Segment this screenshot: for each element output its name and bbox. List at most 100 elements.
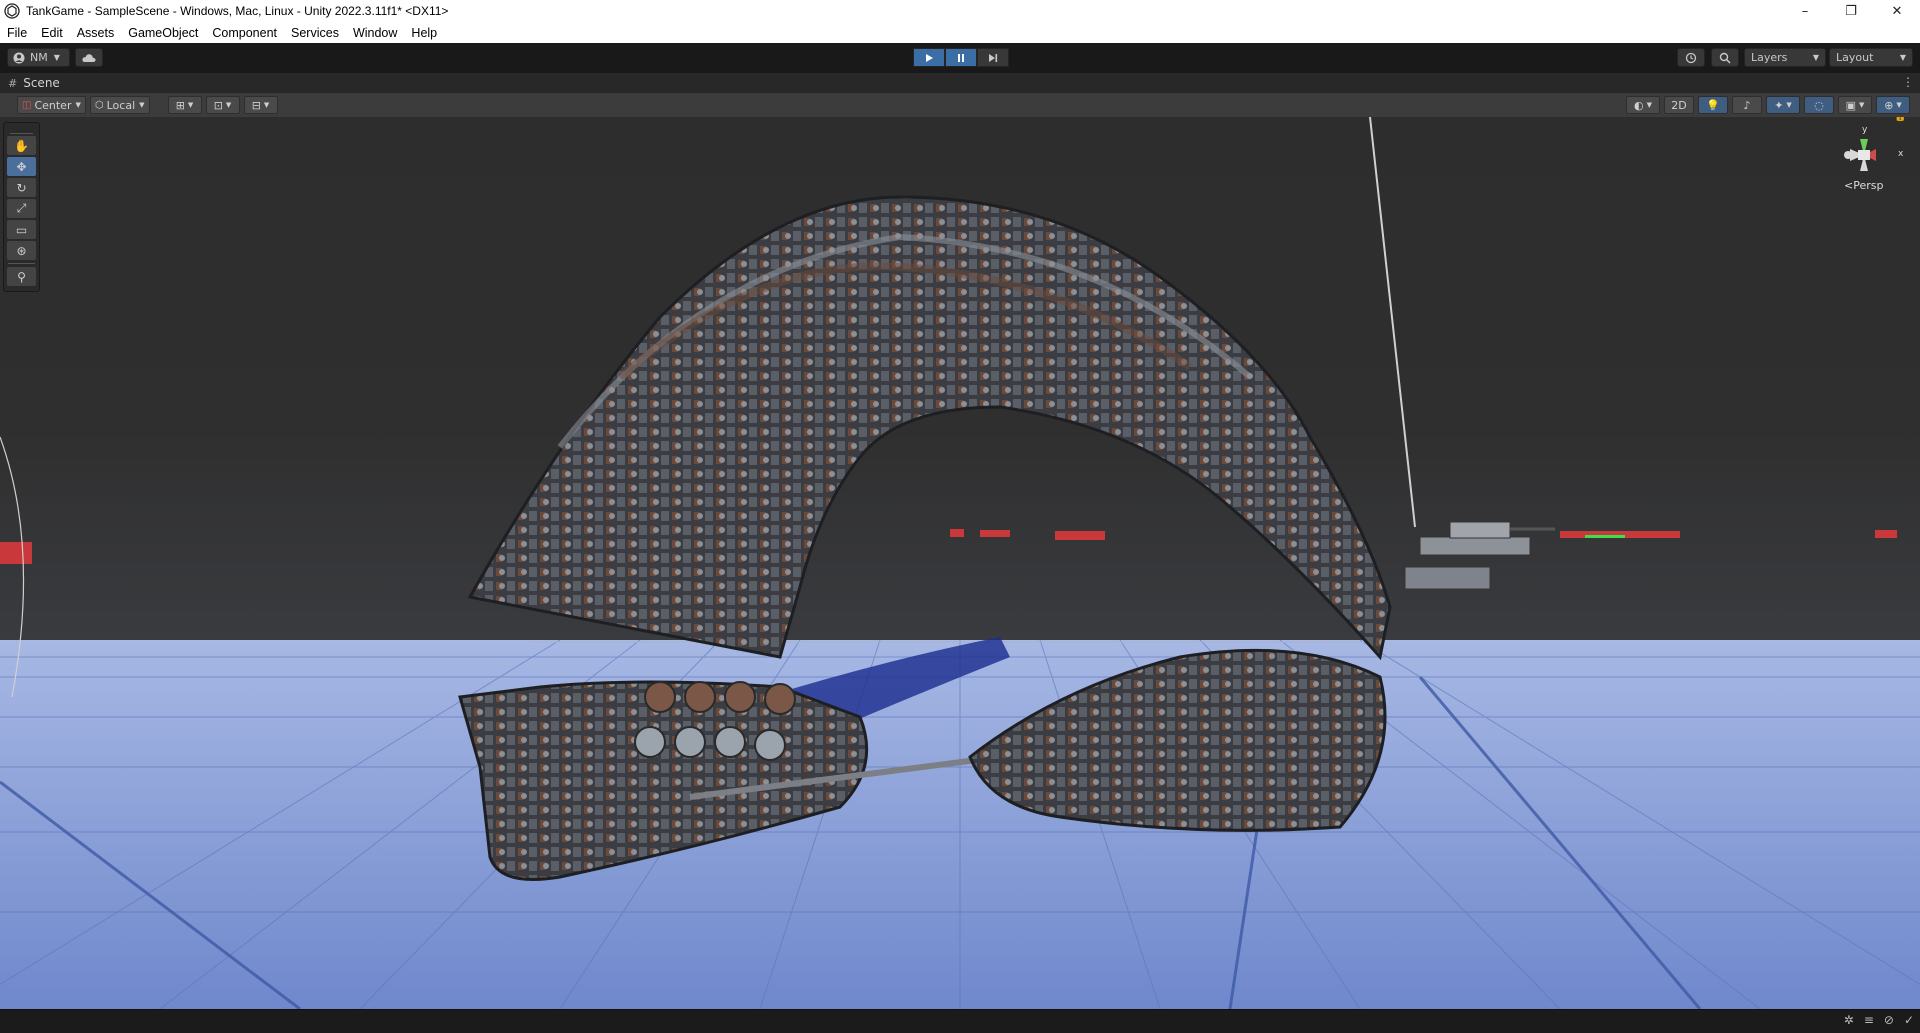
chevron-down-icon: ▼ — [1786, 101, 1792, 109]
main-toolbar: NM ▼ Layers ▼ Layout ▼ — [0, 43, 1920, 73]
rect-tool[interactable]: ▭ — [7, 220, 36, 239]
account-dropdown[interactable]: NM ▼ — [7, 48, 70, 67]
chevron-down-icon: ▼ — [1896, 101, 1902, 109]
scale-icon: ⤢ — [16, 201, 27, 215]
search-button[interactable] — [1711, 48, 1739, 67]
chevron-down-icon: ▼ — [75, 101, 81, 109]
move-tool[interactable]: ✥ — [7, 157, 36, 176]
custom-tool[interactable]: ⚲ — [7, 267, 36, 286]
layout-dropdown[interactable]: Layout ▼ — [1829, 48, 1913, 67]
orientation-gizmo[interactable]: y x <Persp — [1826, 125, 1906, 197]
maximize-button[interactable]: ❐ — [1828, 0, 1874, 22]
cube-icon: ⬡ — [94, 99, 104, 111]
menu-assets[interactable]: Assets — [70, 26, 122, 40]
camera-icon: ▣ — [1845, 98, 1856, 112]
cloud-button[interactable] — [75, 48, 103, 67]
chevron-down-icon: ▼ — [187, 101, 194, 109]
debug-icon[interactable]: ⊘ — [1884, 1013, 1894, 1027]
snap-dropdown[interactable]: ⊡ ▼ — [205, 96, 240, 114]
chevron-down-icon: ▼ — [53, 53, 60, 62]
gizmos-dropdown[interactable]: ⊕ ▼ — [1876, 96, 1910, 114]
panel-grip[interactable] — [10, 125, 33, 134]
gizmo-x-label: x — [1898, 149, 1904, 159]
menu-component[interactable]: Component — [205, 26, 284, 40]
audio-toggle-button[interactable]: ♪ — [1732, 96, 1762, 114]
lock-icon[interactable]: 🔒 — [1894, 117, 1906, 122]
ruler-icon: ⊟ — [251, 98, 261, 112]
transform-tool[interactable]: ⊛ — [7, 241, 36, 260]
menu-help[interactable]: Help — [404, 26, 444, 40]
camera-settings-dropdown[interactable]: ▣ ▼ — [1838, 96, 1872, 114]
grid-icon: ⊞ — [175, 98, 185, 112]
effects-dropdown[interactable]: ✦ ▼ — [1766, 96, 1800, 114]
scene-tools-panel: ✋ ✥ ↻ ⤢ ▭ ⊛ ⚲ — [3, 122, 40, 292]
account-label: NM — [30, 51, 48, 64]
unity-logo-icon — [4, 3, 20, 19]
shading-mode-dropdown[interactable]: ◐ ▼ — [1626, 96, 1660, 114]
tab-scene-label: Scene — [23, 76, 60, 90]
chevron-down-icon: ▼ — [263, 101, 270, 109]
layout-label: Layout — [1836, 51, 1874, 64]
lighting-toggle-button[interactable]: 💡 — [1698, 96, 1728, 114]
menu-window[interactable]: Window — [346, 26, 404, 40]
step-button[interactable] — [977, 48, 1009, 67]
scene-render[interactable] — [0, 117, 1920, 1009]
pause-icon — [958, 53, 964, 62]
window-titlebar: TankGame - SampleScene - Windows, Mac, L… — [0, 0, 1920, 22]
lightbulb-icon: 💡 — [1706, 98, 1720, 112]
custom-tool-icon: ⚲ — [17, 269, 26, 284]
stack-icon[interactable]: ≡ — [1864, 1013, 1874, 1027]
scene-viewport[interactable]: y x <Persp 🔒 — [0, 117, 1920, 1009]
minimize-button[interactable]: – — [1782, 0, 1828, 22]
undo-history-button[interactable] — [1677, 48, 1705, 67]
menu-file[interactable]: File — [0, 26, 34, 40]
play-button[interactable] — [913, 48, 945, 67]
sphere-icon: ◐ — [1634, 98, 1644, 112]
menu-services[interactable]: Services — [284, 26, 346, 40]
transform-icon: ⊛ — [16, 243, 27, 258]
search-icon — [1719, 52, 1731, 64]
projection-label: Persp — [1853, 179, 1884, 192]
layers-label: Layers — [1751, 51, 1788, 64]
pivot-rotation-dropdown[interactable]: ⬡ Local ▼ — [89, 96, 150, 114]
increment-snap-dropdown[interactable]: ⊟ ▼ — [243, 96, 278, 114]
audio-icon: ♪ — [1743, 98, 1751, 112]
check-icon[interactable]: ✓ — [1904, 1013, 1914, 1027]
grid-visibility-dropdown[interactable]: ⊞ ▼ — [167, 96, 202, 114]
tools-divider — [8, 263, 35, 264]
status-bar: ✲ ≡ ⊘ ✓ — [0, 1009, 1920, 1033]
bug-icon[interactable]: ✲ — [1844, 1013, 1854, 1027]
scene-toolbar: ◫ Center ▼ ⬡ Local ▼ ⊞ ▼ ⊡ ▼ ⊟ ▼ ◐ ▼ 2D 💡 ♪ … — [0, 93, 1920, 117]
pivot-label: Center — [34, 98, 72, 112]
layers-dropdown[interactable]: Layers ▼ — [1744, 48, 1826, 67]
axis-gizmo-icon — [1844, 139, 1876, 171]
more-options-icon[interactable]: ⋮ — [1902, 75, 1914, 89]
menu-bar: File Edit Assets GameObject Component Se… — [0, 22, 1920, 44]
menu-edit[interactable]: Edit — [34, 26, 70, 40]
hand-tool[interactable]: ✋ — [7, 136, 36, 155]
chevron-left-icon: < — [1844, 179, 1854, 192]
menu-gameobject[interactable]: GameObject — [121, 26, 205, 40]
hidden-objects-toggle[interactable]: ◌ — [1804, 96, 1834, 114]
toggle-2d-button[interactable]: 2D — [1664, 96, 1694, 114]
hand-icon: ✋ — [14, 138, 29, 153]
toggle-2d-label: 2D — [1671, 98, 1687, 112]
window-title: TankGame - SampleScene - Windows, Mac, L… — [26, 4, 449, 18]
projection-toggle[interactable]: <Persp — [1844, 179, 1883, 192]
pivot-mode-dropdown[interactable]: ◫ Center ▼ — [17, 96, 86, 114]
space-label: Local — [106, 98, 136, 112]
pivot-icon: ◫ — [22, 99, 32, 111]
chevron-down-icon: ▼ — [1812, 53, 1819, 62]
tab-scene[interactable]: # Scene — [0, 76, 60, 90]
snap-icon: ⊡ — [213, 98, 223, 112]
step-icon — [989, 53, 998, 62]
pause-button[interactable] — [945, 48, 977, 67]
close-button[interactable]: ✕ — [1874, 0, 1920, 22]
rotate-tool[interactable]: ↻ — [7, 178, 36, 197]
chevron-down-icon: ▼ — [139, 101, 145, 109]
rotate-icon: ↻ — [16, 180, 27, 195]
history-icon — [1685, 52, 1697, 63]
playmode-controls — [913, 48, 1009, 67]
chevron-down-icon: ▼ — [1646, 101, 1652, 109]
scale-tool[interactable]: ⤢ — [7, 199, 36, 218]
